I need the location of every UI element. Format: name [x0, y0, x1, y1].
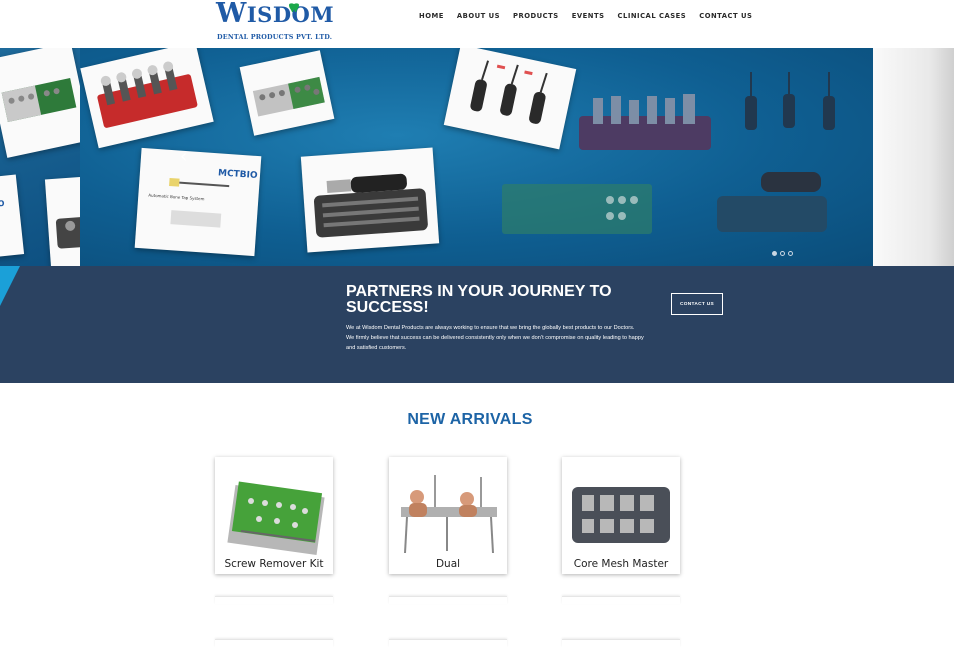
slide-prev-peek: IO — [0, 48, 80, 266]
banner-line-1: We at Wisdom Dental Products are always … — [346, 325, 635, 331]
product-photo-card — [80, 48, 214, 149]
product-photo-card — [239, 50, 335, 136]
nav-contact-us[interactable]: CONTACT US — [699, 12, 752, 20]
logo-wordmark: WISDOM — [216, 0, 334, 29]
hero-slider: IO MCTBIO Automatic Bone Tap System ‹ — [0, 48, 954, 266]
product-photo-card: IO — [0, 174, 25, 258]
nav-clinical-cases[interactable]: CLINICAL CASES — [618, 12, 687, 20]
product-card-placeholder — [389, 596, 507, 604]
logo-subtitle: DENTAL PRODUCTS PVT. LTD. — [217, 33, 333, 41]
product-tray-image — [579, 94, 711, 150]
drill-tray-image — [717, 172, 827, 232]
product-photo-card — [300, 147, 440, 253]
product-brochure-card: MCTBIO Automatic Bone Tap System — [134, 147, 262, 257]
kit-tray-image — [502, 184, 652, 234]
brochure-brand: MCTBIO — [218, 168, 259, 181]
nav-home[interactable]: HOME — [419, 12, 444, 20]
screwdrivers-image — [745, 72, 835, 130]
nav-about-us[interactable]: ABOUT US — [457, 12, 500, 20]
product-name: Dual — [435, 558, 461, 570]
new-arrivals-heading: NEW ARRIVALS — [407, 411, 533, 428]
main-nav: HOME ABOUT US PRODUCTS EVENTS CLINICAL C… — [419, 12, 765, 20]
brand-logo[interactable]: WISDOM DENTAL PRODUCTS PVT. LTD. — [214, 0, 334, 44]
slider-dot[interactable] — [772, 251, 777, 256]
slide-active: MCTBIO Automatic Bone Tap System ‹ — [80, 48, 873, 266]
banner-line-2: We firmly believe that success can be de… — [346, 335, 644, 351]
nav-products[interactable]: PRODUCTS — [513, 12, 559, 20]
svg-text:Automatic Bone Tap System: Automatic Bone Tap System — [148, 193, 205, 202]
product-card-placeholder — [389, 639, 507, 647]
tooth-icon — [289, 3, 299, 13]
product-photo-card — [0, 48, 80, 158]
product-card-placeholder — [562, 639, 680, 647]
product-image — [401, 475, 497, 554]
logo-initial: W — [216, 0, 247, 29]
product-name: Screw Remover Kit — [224, 558, 324, 570]
banner-accent-shape — [0, 266, 20, 306]
product-card-placeholder — [215, 596, 333, 604]
partners-banner: PARTNERS IN YOUR JOURNEY TO SUCCESS! We … — [0, 266, 954, 383]
product-name: Core Mesh Master — [573, 558, 669, 570]
product-card[interactable]: Core Mesh Master — [562, 457, 680, 574]
slide-next-peek — [873, 48, 954, 266]
slider-dots — [772, 251, 793, 256]
contact-us-button[interactable]: CONTACT US — [671, 293, 723, 315]
svg-text:IO: IO — [0, 199, 5, 209]
slider-dot[interactable] — [780, 251, 785, 256]
product-card-placeholder — [562, 596, 680, 604]
nav-events[interactable]: EVENTS — [572, 12, 605, 20]
product-image — [572, 487, 670, 543]
product-card[interactable]: Screw Remover Kit — [215, 457, 333, 574]
product-image — [227, 481, 325, 555]
slider-prev-arrow[interactable]: ‹ — [180, 146, 187, 167]
product-photo-card — [44, 176, 80, 266]
banner-description: We at Wisdom Dental Products are always … — [346, 323, 646, 353]
site-header: WISDOM DENTAL PRODUCTS PVT. LTD. HOME AB… — [0, 0, 954, 48]
banner-title: PARTNERS IN YOUR JOURNEY TO SUCCESS! — [346, 283, 612, 316]
product-card-placeholder — [215, 639, 333, 647]
slider-dot[interactable] — [788, 251, 793, 256]
product-card[interactable]: Dual — [389, 457, 507, 574]
product-photo-card — [443, 48, 577, 150]
